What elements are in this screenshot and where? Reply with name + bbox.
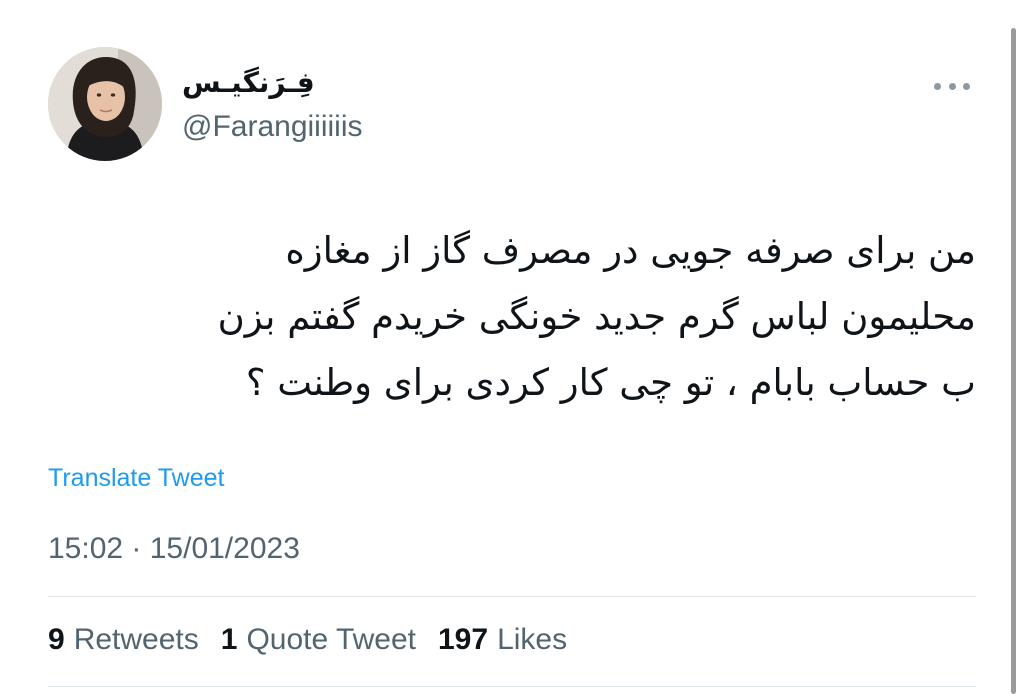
author-handle[interactable]: @Farangiiiiiis — [182, 109, 363, 145]
translate-tweet-link[interactable]: Translate Tweet — [48, 463, 224, 493]
more-dot — [948, 82, 956, 90]
tweet-text-line: ب حساب بابام ، تو چی کار کردی برای وطنت … — [245, 361, 976, 404]
author-display-name[interactable]: فِـرَنگیـس — [182, 66, 315, 100]
quotes-count: 1 — [220, 623, 238, 656]
tweet-detail-view: فِـرَنگیـس @Farangiiiiiis من برای صرفه ج… — [0, 0, 1024, 694]
tweet-text-line: محلیمون لباس گرم جدید خونگی خریدم گفتم ب… — [217, 295, 976, 338]
scrollbar[interactable] — [1011, 28, 1016, 694]
more-dot — [934, 82, 941, 90]
likes-stat[interactable]: 197 Likes — [438, 622, 567, 658]
avatar[interactable] — [48, 47, 162, 161]
engagement-stats: 9 Retweets 1 Quote Tweet 197 Likes — [48, 622, 589, 658]
retweets-stat[interactable]: 9 Retweets — [48, 622, 199, 658]
more-horizontal-icon[interactable] — [930, 74, 974, 98]
divider — [48, 596, 976, 597]
tweet-text: من برای صرفه جویی در مصرف گاز از مغازه م… — [60, 218, 976, 416]
more-dot — [963, 82, 970, 90]
retweets-label: Retweets — [73, 623, 199, 656]
quotes-label: Quote Tweet — [246, 623, 416, 656]
retweets-count: 9 — [48, 623, 65, 656]
likes-count: 197 — [438, 623, 489, 656]
likes-label: Likes — [497, 623, 568, 656]
divider — [48, 686, 976, 687]
tweet-text-line: من برای صرفه جویی در مصرف گاز از مغازه — [285, 229, 976, 272]
tweet-timestamp[interactable]: 15:02 · 15/01/2023 — [48, 531, 300, 567]
quote-tweets-stat[interactable]: 1 Quote Tweet — [221, 622, 416, 658]
profile-photo-icon — [48, 47, 162, 161]
